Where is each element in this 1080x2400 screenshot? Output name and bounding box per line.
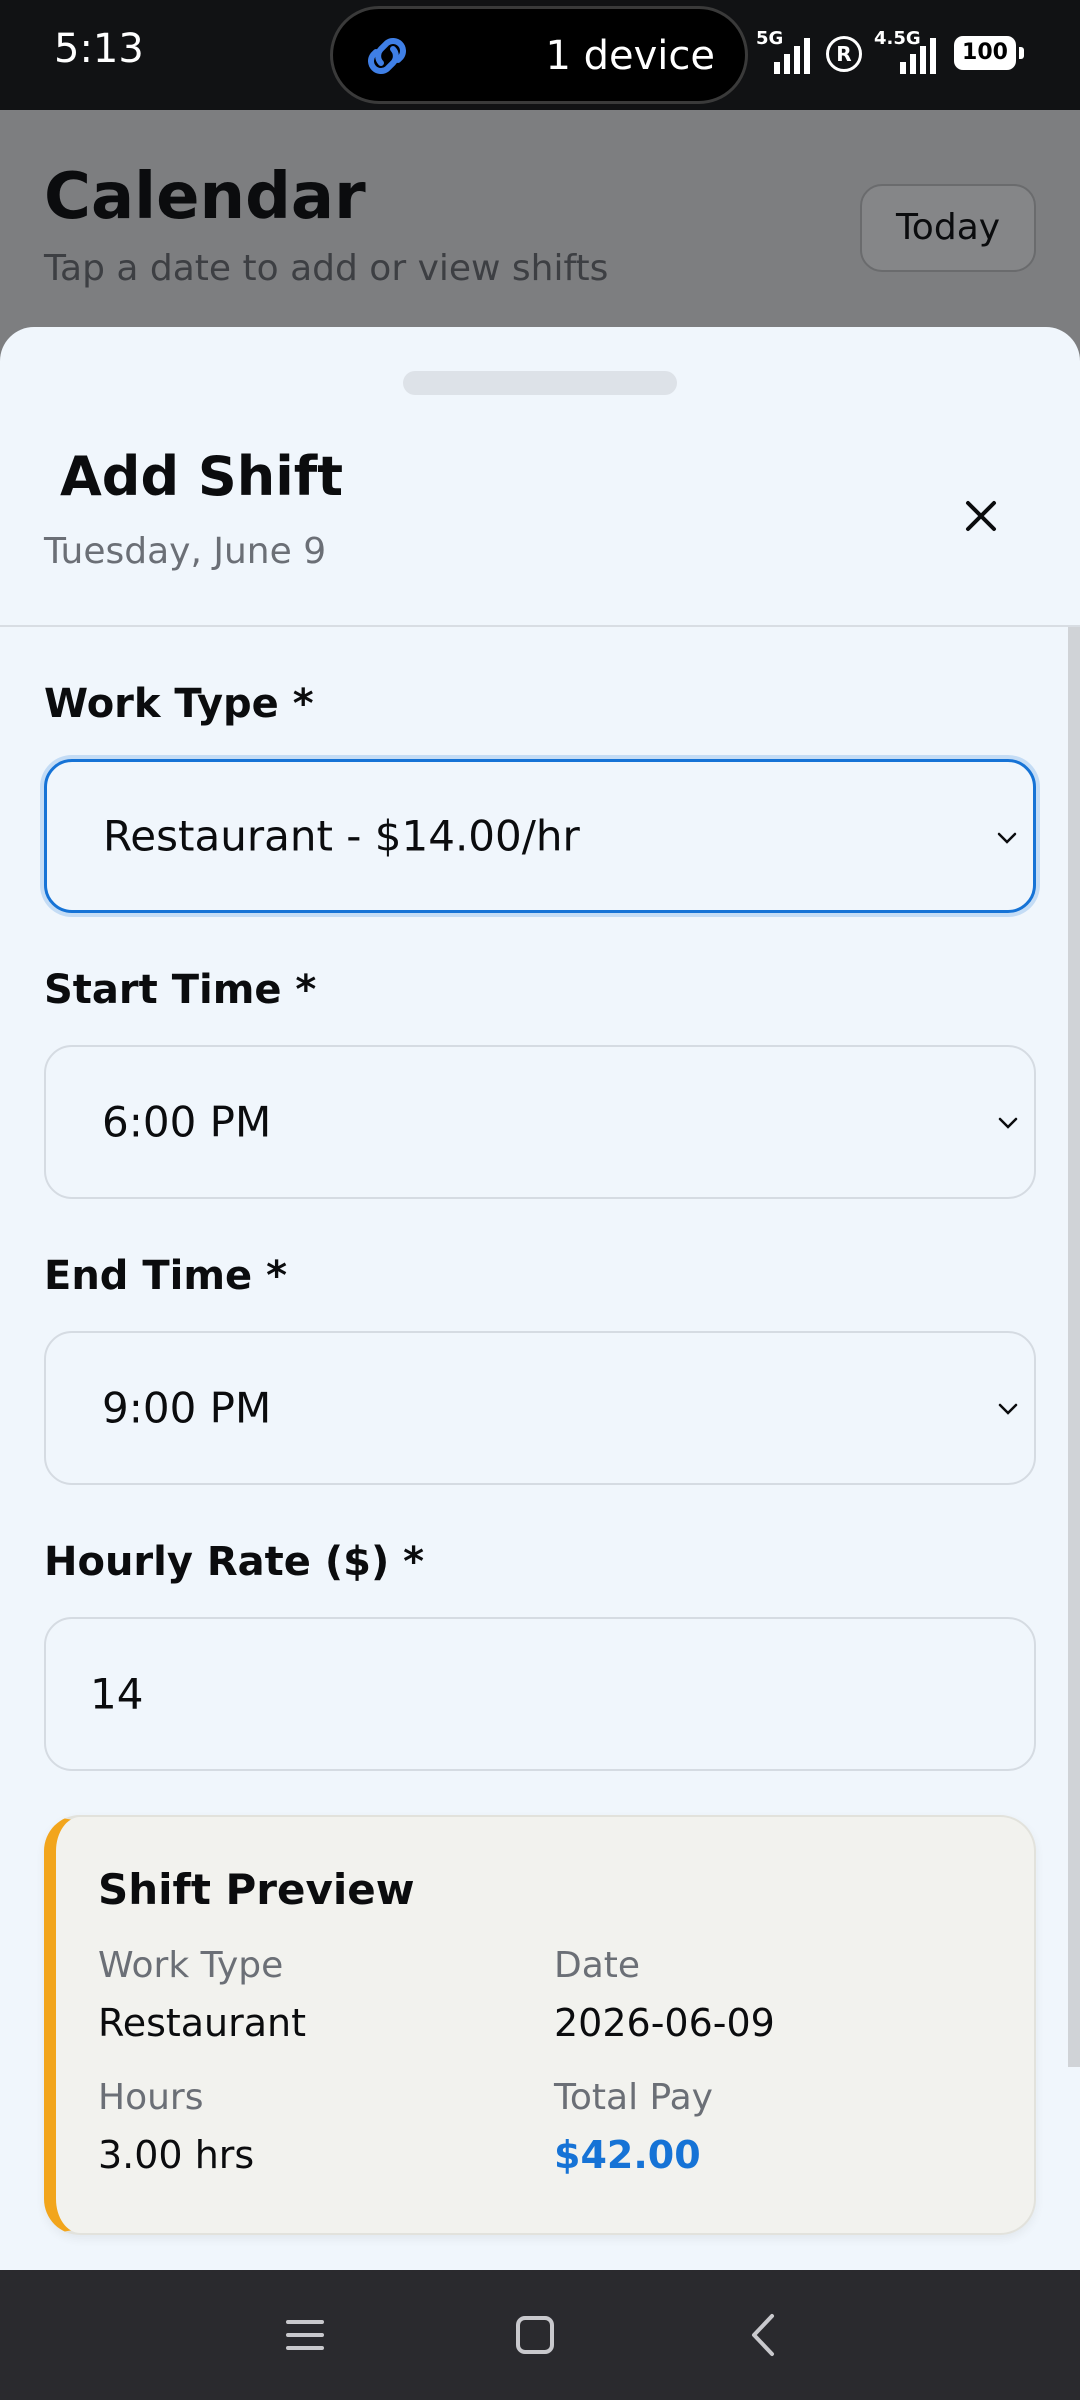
registered-icon: R bbox=[826, 36, 862, 72]
work-type-value: Restaurant - $14.00/hr bbox=[103, 811, 580, 861]
preview-hours-value: 3.00 hrs bbox=[98, 2133, 255, 2177]
preview-total-pay-value: $42.00 bbox=[554, 2133, 701, 2177]
preview-hours-label: Hours bbox=[98, 2077, 204, 2118]
preview-work-type-label: Work Type bbox=[98, 1945, 284, 1986]
dynamic-island[interactable]: 1 device bbox=[330, 6, 748, 104]
add-shift-sheet: Add Shift Tuesday, June 9 Work Type * Re… bbox=[0, 327, 1080, 2270]
end-time-value: 9:00 PM bbox=[102, 1383, 272, 1433]
end-time-label: End Time * bbox=[44, 1253, 288, 1299]
sheet-date: Tuesday, June 9 bbox=[44, 531, 327, 572]
signal-4-5g-icon: 4.5G bbox=[872, 28, 946, 74]
hourly-rate-input[interactable]: 14 bbox=[44, 1617, 1036, 1771]
work-type-select[interactable]: Restaurant - $14.00/hr bbox=[44, 759, 1036, 913]
start-time-select[interactable]: 6:00 PM bbox=[44, 1045, 1036, 1199]
chevron-down-icon bbox=[998, 1117, 1018, 1129]
signal-5g-icon: 5G bbox=[756, 28, 818, 74]
home-icon[interactable] bbox=[510, 2310, 560, 2360]
end-time-select[interactable]: 9:00 PM bbox=[44, 1331, 1036, 1485]
page-title: Calendar bbox=[44, 160, 366, 234]
work-type-label: Work Type * bbox=[44, 681, 314, 727]
start-time-label: Start Time * bbox=[44, 967, 317, 1013]
back-icon[interactable] bbox=[740, 2310, 790, 2360]
chevron-down-icon bbox=[997, 832, 1017, 844]
sheet-divider bbox=[0, 625, 1080, 627]
scrollbar[interactable] bbox=[1068, 627, 1080, 2067]
shift-preview-card: Shift Preview Work Type Restaurant Date … bbox=[44, 1815, 1036, 2235]
hourly-rate-value: 14 bbox=[90, 1669, 144, 1719]
sheet-title: Add Shift bbox=[60, 445, 344, 508]
chevron-down-icon bbox=[998, 1403, 1018, 1415]
preview-title: Shift Preview bbox=[98, 1865, 415, 1914]
island-device-count: 1 device bbox=[545, 33, 715, 79]
today-button[interactable]: Today bbox=[860, 184, 1036, 272]
system-nav-bar bbox=[0, 2270, 1080, 2400]
hourly-rate-label: Hourly Rate ($) * bbox=[44, 1539, 425, 1585]
preview-date-value: 2026-06-09 bbox=[554, 2001, 775, 2045]
sheet-drag-handle[interactable] bbox=[403, 371, 677, 395]
link-icon bbox=[368, 38, 406, 74]
preview-date-label: Date bbox=[554, 1945, 641, 1986]
start-time-value: 6:00 PM bbox=[102, 1097, 272, 1147]
page-subtitle: Tap a date to add or view shifts bbox=[44, 248, 609, 289]
preview-total-pay-label: Total Pay bbox=[554, 2077, 713, 2118]
close-icon[interactable] bbox=[950, 485, 1012, 547]
preview-work-type-value: Restaurant bbox=[98, 2001, 307, 2045]
battery-icon: 100 bbox=[954, 36, 1024, 70]
status-time: 5:13 bbox=[54, 26, 144, 72]
status-bar: 5:13 1 device 5G R 4.5G 100 bbox=[0, 0, 1080, 110]
menu-icon[interactable] bbox=[280, 2310, 330, 2360]
